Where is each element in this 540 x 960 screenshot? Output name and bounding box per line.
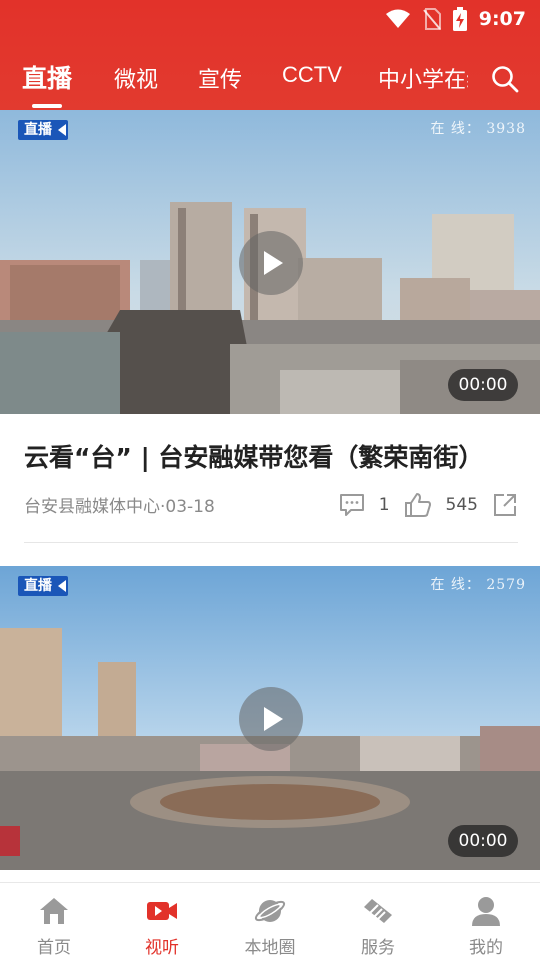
planet-icon xyxy=(254,900,286,922)
video-title[interactable]: 云看“台” | 台安融媒带您看（繁荣南街） xyxy=(24,438,524,474)
card-divider xyxy=(24,542,518,543)
like-count: 545 xyxy=(445,495,478,515)
nav-home[interactable]: 首页 xyxy=(0,883,108,960)
video-actions: 1 545 xyxy=(339,489,518,521)
video-icon xyxy=(147,902,177,920)
tab-micro-video[interactable]: 微视 xyxy=(114,62,158,94)
tab-school-online[interactable]: 中小学在线 xyxy=(378,62,468,96)
nav-local-circle-label: 本地圈 xyxy=(244,938,296,958)
nav-video-label: 视听 xyxy=(145,938,179,958)
home-icon xyxy=(40,898,68,924)
nav-video[interactable]: 视听 xyxy=(108,883,216,960)
active-tab-indicator xyxy=(32,104,62,108)
live-badge-notch xyxy=(58,124,66,136)
video-meta: 台安县融媒体中心·03-18 1 545 xyxy=(24,492,518,522)
wifi-icon xyxy=(385,9,410,28)
channel-tabs: 直播 微视 宣传 CCTV 中小学在线 xyxy=(0,52,540,108)
nav-profile-label: 我的 xyxy=(469,938,503,958)
app-header: 9:07 直播 微视 宣传 CCTV 中小学在线 xyxy=(0,0,540,110)
live-feed[interactable]: 直播 在 线： 3938 00:00 云看“台” | 台安融媒带您看（繁荣南街）… xyxy=(0,110,540,882)
nav-services-label: 服务 xyxy=(361,938,395,958)
play-button[interactable] xyxy=(239,687,303,751)
live-badge-notch xyxy=(58,580,66,592)
live-badge: 直播 xyxy=(18,576,68,596)
source-and-date: 台安县融媒体中心·03-18 xyxy=(24,497,215,517)
video-duration: 00:00 xyxy=(448,825,518,857)
tab-school-online-label: 中小学在线 xyxy=(378,68,468,93)
comment-icon[interactable] xyxy=(339,493,365,517)
bottom-navigation: 首页 视听 本地圈 服务 我的 xyxy=(0,882,540,960)
play-icon xyxy=(264,251,283,275)
status-bar: 9:07 xyxy=(0,0,540,38)
search-icon[interactable] xyxy=(490,64,520,94)
live-badge-label: 直播 xyxy=(24,122,52,138)
user-icon xyxy=(472,897,500,926)
clock: 9:07 xyxy=(478,8,526,30)
video-duration: 00:00 xyxy=(448,369,518,401)
online-count: 在 线： 2579 xyxy=(430,577,526,593)
tab-cctv[interactable]: CCTV xyxy=(282,62,342,88)
online-count: 在 线： 3938 xyxy=(430,121,526,137)
comment-count: 1 xyxy=(378,495,390,515)
handshake-icon xyxy=(364,899,392,923)
play-button[interactable] xyxy=(239,231,303,295)
nav-home-label: 首页 xyxy=(37,938,71,958)
nav-local-circle[interactable]: 本地圈 xyxy=(216,883,324,960)
live-badge-label: 直播 xyxy=(24,578,52,594)
video-thumbnail[interactable]: 直播 在 线： 3938 00:00 xyxy=(0,110,540,414)
play-icon xyxy=(264,707,283,731)
like-icon[interactable] xyxy=(404,492,432,518)
battery-charging-icon xyxy=(452,7,467,31)
nav-services[interactable]: 服务 xyxy=(324,883,432,960)
share-icon[interactable] xyxy=(492,492,518,518)
tab-publicity[interactable]: 宣传 xyxy=(198,62,242,94)
video-thumbnail[interactable]: 直播 在 线： 2579 00:00 xyxy=(0,566,540,870)
no-sim-icon xyxy=(422,8,441,30)
tab-live[interactable]: 直播 xyxy=(22,59,72,95)
live-badge: 直播 xyxy=(18,120,68,140)
nav-profile[interactable]: 我的 xyxy=(432,883,540,960)
